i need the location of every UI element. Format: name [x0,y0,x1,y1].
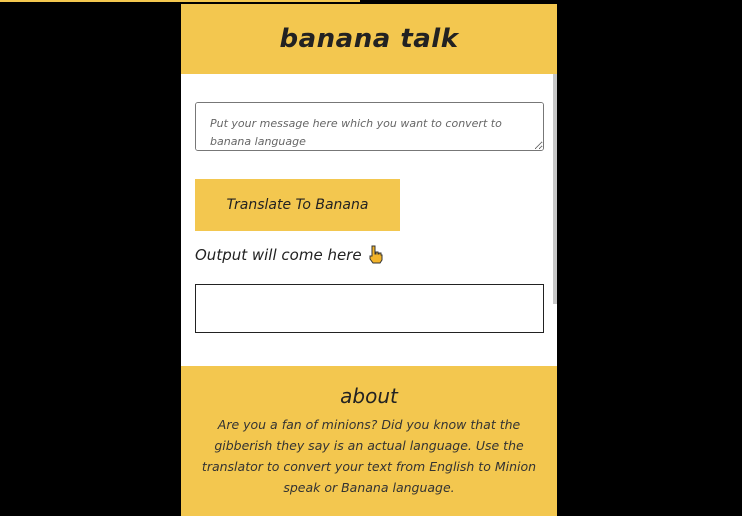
message-input[interactable] [195,102,544,151]
app-header: banana talk [181,4,557,74]
about-section: about Are you a fan of minions? Did you … [181,366,557,516]
translate-button[interactable]: Translate To Banana [195,179,400,231]
output-label-row: Output will come here [195,245,383,264]
app-title: banana talk [279,24,459,54]
pointing-down-hand-icon [368,245,383,264]
about-heading: about [340,384,398,408]
output-box [195,284,544,333]
app-viewport: banana talk Translate To Banana Output w… [181,4,557,516]
output-label: Output will come here [195,245,362,264]
about-text: Are you a fan of minions? Did you know t… [201,417,537,495]
top-accent-line [0,0,360,2]
